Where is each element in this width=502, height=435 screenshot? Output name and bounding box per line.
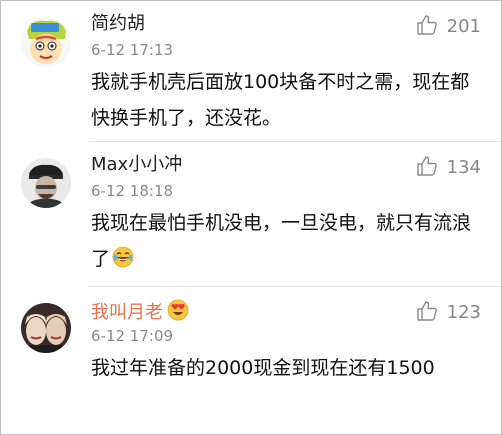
comment-time: 6-12 18:18 — [91, 182, 174, 200]
photo-avatar-icon — [21, 158, 71, 208]
like-count: 201 — [446, 16, 481, 37]
comment-item: 我叫月老 6-12 17:09 123 我过年准备的2000现金到现在还有150… — [1, 287, 501, 434]
thumbs-up-icon — [415, 154, 439, 182]
thumbs-up-icon — [415, 299, 439, 327]
like-count: 134 — [446, 157, 481, 178]
thumbs-up-icon — [415, 13, 439, 41]
user-avatar[interactable] — [21, 303, 71, 353]
comment-time: 6-12 17:13 — [91, 41, 174, 59]
username[interactable]: Max小小冲 — [91, 154, 182, 176]
like-button[interactable]: 201 — [415, 15, 481, 39]
comment-list: 简约胡 6-12 17:13 201 我就手机壳后面放100块备不时之需，现在都… — [0, 0, 502, 435]
username[interactable]: 我叫月老 — [91, 299, 189, 327]
cartoon-avatar-icon — [21, 17, 71, 67]
photo-avatar-icon — [21, 303, 71, 353]
like-button[interactable]: 134 — [415, 156, 481, 180]
comment-text: 我现在最怕手机没电，一旦没电，就只有流浪了 — [91, 205, 481, 280]
comment-text: 我就手机壳后面放100块备不时之需，现在都快换手机了，还没花。 — [91, 64, 481, 136]
like-button[interactable]: 123 — [415, 301, 481, 325]
comment-text-body: 我现在最怕手机没电，一旦没电，就只有流浪了 — [91, 212, 472, 270]
laughing-tears-emoji-icon — [112, 244, 134, 280]
comment-text-body: 我过年准备的2000现金到现在还有1500 — [91, 357, 435, 379]
like-count: 123 — [446, 302, 481, 323]
heart-eyes-emoji-icon — [167, 299, 189, 327]
user-avatar[interactable] — [21, 158, 71, 208]
user-avatar[interactable] — [21, 17, 71, 67]
username[interactable]: 简约胡 — [91, 13, 145, 35]
comment-item: Max小小冲 6-12 18:18 134 我现在最怕手机没电，一旦没电，就只有… — [1, 142, 501, 287]
comment-text: 我过年准备的2000现金到现在还有1500 — [91, 350, 481, 386]
comment-time: 6-12 17:09 — [91, 327, 174, 345]
comment-text-body: 我就手机壳后面放100块备不时之需，现在都快换手机了，还没花。 — [91, 71, 470, 129]
username-text: 我叫月老 — [91, 302, 163, 323]
comment-item: 简约胡 6-12 17:13 201 我就手机壳后面放100块备不时之需，现在都… — [1, 1, 501, 142]
